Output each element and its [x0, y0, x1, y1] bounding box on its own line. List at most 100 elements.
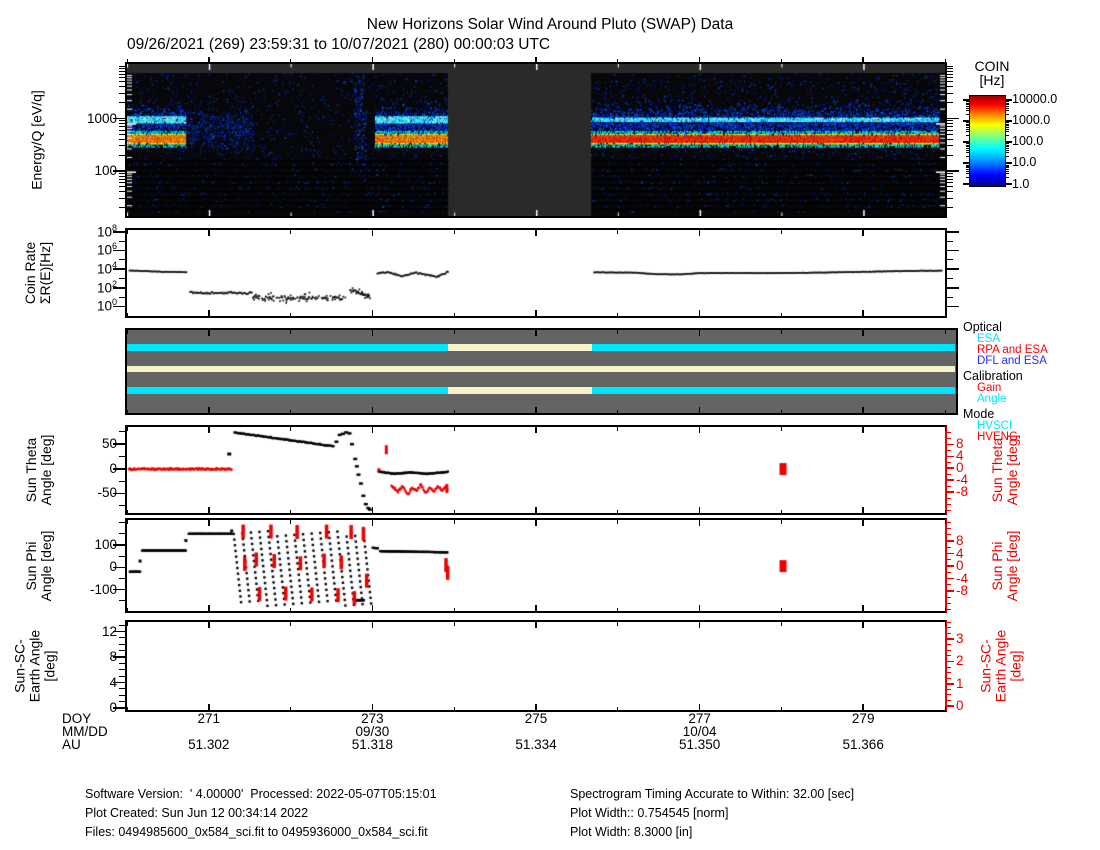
axis-tick — [947, 450, 951, 451]
axis-tick — [947, 71, 953, 72]
axis-tick — [947, 667, 951, 668]
axis-tick — [947, 250, 959, 252]
axis-tick — [119, 637, 125, 638]
axis-tick — [699, 230, 701, 236]
axis-tick — [119, 669, 125, 670]
axis-tick — [535, 622, 537, 628]
axis-tick — [119, 650, 125, 651]
axis-tick — [947, 173, 953, 174]
axis-tick — [947, 81, 953, 82]
axis-tick — [119, 644, 125, 645]
axis-tick — [947, 510, 951, 511]
axis-tick — [781, 330, 782, 334]
x-au-label: 51.350 — [670, 737, 730, 752]
axis-tick — [535, 310, 537, 316]
footer-plot-width-in: Plot Width: 8.3000 [in] — [570, 825, 692, 839]
axis-tick — [947, 259, 953, 260]
axis-tick — [862, 622, 864, 628]
axis-tick — [781, 410, 782, 414]
axis-tick — [372, 704, 374, 710]
status-stripe-row0 — [592, 344, 955, 351]
axis-tick — [119, 533, 125, 534]
axis-tick — [947, 609, 951, 610]
axis-tick — [1006, 156, 1009, 157]
axis-tick — [966, 103, 969, 104]
axis-tick — [372, 507, 374, 513]
axis-tick — [617, 330, 618, 334]
axis-tick — [290, 313, 291, 317]
axis-tick — [1006, 173, 1009, 174]
axis-tick — [119, 176, 125, 177]
sun-phi-right-axis-label: Sun PhiAngle [deg] — [990, 531, 1020, 602]
axis-tick — [119, 198, 125, 199]
axis-tick — [966, 177, 969, 178]
axis-tick — [454, 427, 455, 431]
axis-tick — [454, 59, 455, 62]
axis-tick — [947, 622, 951, 623]
axis-tick — [966, 108, 969, 109]
panel-sun-sc-earth — [125, 620, 947, 712]
axis-tick — [454, 330, 455, 334]
axis-tick — [947, 462, 951, 463]
axis-tick — [208, 427, 210, 433]
axis-tick — [119, 481, 125, 482]
axis-tick — [290, 622, 291, 626]
axis-tick — [119, 130, 125, 131]
axis-tick — [947, 198, 953, 199]
axis-tick — [127, 707, 128, 711]
axis-tick — [781, 608, 782, 612]
legend-item: HVENG — [977, 431, 1018, 443]
axis-tick — [862, 330, 864, 336]
axis-tick — [966, 125, 969, 126]
axis-tick — [119, 278, 125, 279]
axis-tick — [966, 150, 969, 151]
axis-tick — [966, 146, 969, 147]
axis-tick — [966, 104, 969, 105]
axis-tick — [1006, 101, 1009, 102]
axis-tick — [862, 704, 864, 710]
axis-tick — [945, 313, 946, 317]
status-stripe-row2 — [127, 387, 448, 394]
energy-axis-label: Energy/Q [eV/q] — [30, 90, 45, 190]
sun_theta-tick-label: 0 — [55, 461, 117, 476]
x-au-label: 51.318 — [342, 737, 402, 752]
axis-tick — [947, 120, 953, 121]
axis-tick — [945, 510, 946, 514]
axis-tick — [119, 297, 125, 298]
axis-tick — [947, 504, 951, 505]
axis-tick — [966, 101, 969, 102]
panel-spectrogram — [125, 62, 947, 218]
sun_sc_earth-tick-label: 12 — [55, 624, 117, 639]
axis-tick — [945, 59, 946, 62]
axis-tick — [699, 605, 701, 611]
axis-tick — [535, 407, 537, 413]
axis-tick — [127, 230, 128, 234]
axis-tick — [947, 644, 951, 645]
axis-tick — [290, 707, 291, 711]
plot-subtitle: 09/26/2021 (269) 23:59:31 to 10/07/2021 … — [127, 36, 550, 54]
axis-tick — [947, 672, 951, 673]
axis-tick — [617, 230, 618, 234]
axis-tick — [947, 139, 953, 140]
axis-tick — [862, 605, 864, 611]
axis-tick — [945, 707, 946, 711]
axis-tick — [290, 59, 291, 62]
axis-tick — [454, 313, 455, 317]
axis-tick — [290, 427, 291, 431]
axis-tick — [947, 278, 953, 279]
energy-tick-label: 100 — [55, 163, 117, 178]
axis-tick — [945, 608, 946, 612]
panel-sun-theta — [125, 425, 947, 515]
status-stripe-row0 — [127, 344, 448, 351]
colorbar-tick-label: 1000.0 — [1012, 113, 1050, 127]
axis-tick — [947, 438, 951, 439]
axis-tick — [947, 522, 951, 523]
axis-tick — [290, 230, 291, 234]
axis-tick — [947, 547, 951, 548]
axis-tick — [947, 467, 954, 469]
axis-tick — [119, 145, 125, 146]
axis-tick — [127, 427, 128, 431]
colorbar-units: [Hz] — [962, 72, 1022, 88]
axis-tick — [947, 705, 954, 707]
axis-tick — [947, 186, 953, 187]
